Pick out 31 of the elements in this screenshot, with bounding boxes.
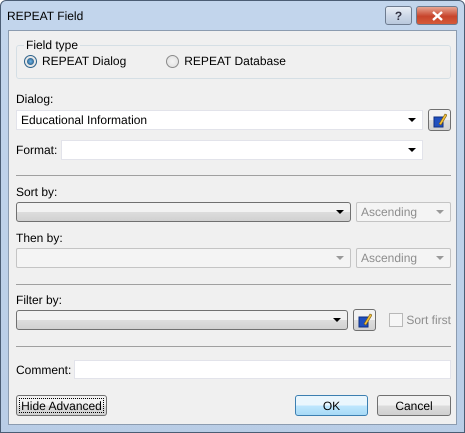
caret-icon (333, 318, 342, 322)
group-label: Field type (25, 38, 80, 52)
pencil-icon (358, 312, 372, 328)
caret-icon (408, 118, 416, 122)
field-label: Then by: (16, 231, 64, 245)
field-label: Format: (16, 143, 58, 157)
caret-icon (336, 256, 344, 260)
caret-icon (408, 148, 416, 152)
pencil-icon (432, 112, 446, 128)
caret-icon (436, 210, 444, 214)
edit-button[interactable] (353, 309, 376, 331)
help-button[interactable]: ? (385, 6, 412, 25)
field-label: Sort by: (16, 185, 58, 199)
window-title: REPEAT Field (7, 8, 84, 22)
radio-button[interactable]: REPEAT Dialog (24, 54, 126, 68)
radio-button[interactable]: REPEAT Database (166, 54, 286, 68)
sort-combo[interactable] (16, 202, 351, 222)
caret-icon (336, 210, 344, 214)
filter-combo[interactable] (16, 310, 348, 330)
field-label: Dialog: (16, 92, 54, 106)
field-label: Comment: (16, 362, 72, 376)
ok-button[interactable]: OK (295, 395, 368, 416)
dialog-combo[interactable]: Educational Information (16, 110, 423, 130)
close-button[interactable] (416, 6, 458, 25)
field-label: Filter by: (16, 293, 64, 307)
hide-advanced-button[interactable]: Hide Advanced (16, 395, 107, 416)
edit-button[interactable] (428, 109, 451, 131)
comment-field[interactable] (74, 360, 451, 379)
cancel-button[interactable]: Cancel (377, 395, 451, 416)
caret-icon (436, 256, 444, 260)
close-icon (432, 10, 442, 20)
